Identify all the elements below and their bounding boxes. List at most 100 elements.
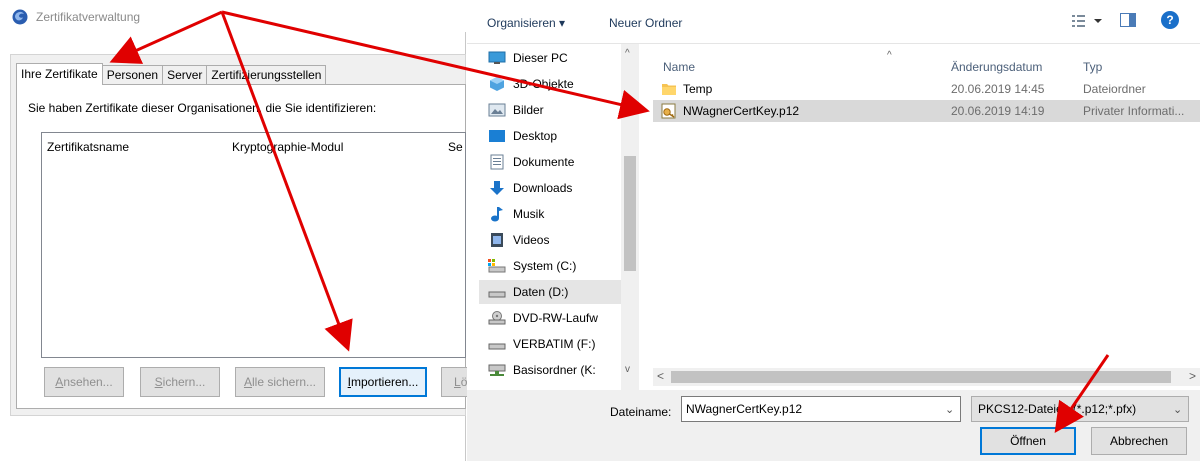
desktop-icon bbox=[487, 128, 507, 144]
nav-item-home-folder[interactable]: Basisordner (K: bbox=[487, 358, 622, 382]
file-date: 20.06.2019 14:45 bbox=[951, 82, 1045, 96]
dvd-icon bbox=[487, 310, 507, 326]
monitor-icon bbox=[487, 50, 507, 66]
navigation-pane: Dieser PC 3D-Objekte Bilder Desktop Doku… bbox=[467, 44, 639, 390]
column-modified[interactable]: Änderungsdatum bbox=[951, 60, 1042, 74]
nav-label: Dokumente bbox=[513, 155, 575, 169]
nav-label: 3D-Objekte bbox=[513, 77, 574, 91]
document-icon bbox=[487, 154, 507, 170]
certificate-manager-window: Zertifikatverwaltung Ihre Zertifikate Pe… bbox=[0, 0, 471, 461]
file-type: Dateiordner bbox=[1083, 82, 1146, 96]
tab-your-certificates[interactable]: Ihre Zertifikate bbox=[16, 63, 103, 85]
hscroll-thumb[interactable] bbox=[671, 371, 1171, 383]
view-button[interactable]: Ansehen... bbox=[44, 367, 124, 397]
nav-label: Dieser PC bbox=[513, 51, 568, 65]
nav-scroll-thumb[interactable] bbox=[624, 156, 636, 271]
file-list-hscrollbar[interactable]: < > bbox=[653, 368, 1200, 386]
file-row-temp[interactable]: Temp 20.06.2019 14:45 Dateiordner bbox=[653, 78, 1200, 100]
backup-all-label: lle sichern... bbox=[251, 375, 317, 389]
certificate-manager-titlebar: Zertifikatverwaltung bbox=[0, 0, 466, 32]
import-button[interactable]: Importieren... bbox=[339, 367, 427, 397]
new-folder-button[interactable]: Neuer Ordner bbox=[609, 16, 682, 30]
video-icon bbox=[487, 232, 507, 248]
nav-label: Desktop bbox=[513, 129, 558, 143]
nav-item-music[interactable]: Musik bbox=[487, 202, 622, 226]
nav-label: System (C:) bbox=[513, 259, 577, 273]
scroll-up-icon[interactable]: ^ bbox=[625, 48, 630, 59]
music-icon bbox=[487, 206, 507, 222]
certificate-list[interactable] bbox=[41, 132, 466, 358]
column-name[interactable]: Name bbox=[663, 60, 695, 74]
folder-icon bbox=[662, 84, 676, 95]
download-icon bbox=[487, 180, 507, 196]
sort-up-icon: ^ bbox=[887, 50, 892, 61]
backup-all-accel: A bbox=[243, 375, 252, 389]
help-icon[interactable]: ? bbox=[1161, 11, 1179, 29]
nav-item-videos[interactable]: Videos bbox=[487, 228, 622, 252]
scroll-left-icon[interactable]: < bbox=[657, 369, 664, 383]
backup-button[interactable]: Sichern... bbox=[140, 367, 220, 397]
nav-label: Daten (D:) bbox=[513, 285, 569, 299]
file-row-certkey[interactable]: NWagnerCertKey.p12 20.06.2019 14:19 Priv… bbox=[653, 100, 1200, 122]
column-type[interactable]: Typ bbox=[1083, 60, 1102, 74]
usb-drive-icon bbox=[487, 336, 507, 352]
nav-label: DVD-RW-Laufw bbox=[513, 311, 598, 325]
import-label: mportieren... bbox=[350, 375, 419, 389]
certificate-tabs: Ihre Zertifikate Personen Server Zertifi… bbox=[16, 63, 327, 85]
nav-label: Musik bbox=[513, 207, 545, 221]
nav-item-dvd[interactable]: DVD-RW-Laufw bbox=[487, 306, 622, 330]
file-date: 20.06.2019 14:19 bbox=[951, 104, 1045, 118]
nav-item-downloads[interactable]: Downloads bbox=[487, 176, 622, 200]
nav-item-data-d[interactable]: Daten (D:) bbox=[479, 280, 622, 304]
cancel-button[interactable]: Abbrechen bbox=[1091, 427, 1187, 455]
scroll-right-icon[interactable]: > bbox=[1189, 369, 1196, 383]
tab-servers[interactable]: Server bbox=[162, 65, 208, 85]
nav-item-desktop[interactable]: Desktop bbox=[487, 124, 622, 148]
filename-label: Dateiname: bbox=[610, 405, 672, 419]
backup-accel: S bbox=[154, 375, 163, 389]
file-list[interactable]: Name ^ Änderungsdatum Typ Temp 20.06.201… bbox=[639, 44, 1200, 390]
file-open-dialog: Organisieren ▾ Neuer Ordner ? Dieser PC … bbox=[467, 0, 1200, 461]
delete-accel: L bbox=[454, 375, 461, 389]
column-crypto-module[interactable]: Kryptographie-Modul bbox=[232, 140, 343, 154]
file-type-filter-select[interactable]: PKCS12-Dateien (*.p12;*.pfx) bbox=[971, 396, 1189, 422]
scroll-down-icon[interactable]: v bbox=[625, 364, 630, 375]
nav-label: Basisordner (K: bbox=[513, 363, 596, 377]
network-drive-icon bbox=[487, 362, 507, 378]
open-button[interactable]: Öffnen bbox=[980, 427, 1076, 455]
organize-button[interactable]: Organisieren ▾ bbox=[487, 16, 565, 30]
column-serial[interactable]: Se bbox=[448, 140, 463, 154]
nav-item-system-c[interactable]: System (C:) bbox=[487, 254, 622, 278]
file-type: Privater Informati... bbox=[1083, 104, 1185, 118]
nav-label: VERBATIM (F:) bbox=[513, 337, 596, 351]
firefox-app-icon bbox=[12, 9, 28, 25]
certificates-description: Sie haben Zertifikate dieser Organisatio… bbox=[28, 101, 377, 115]
nav-label: Videos bbox=[513, 233, 550, 247]
filter-chevron-down-icon[interactable]: ⌄ bbox=[1173, 403, 1182, 416]
view-label: nsehen... bbox=[63, 375, 113, 389]
drive-icon bbox=[487, 284, 507, 300]
filename-history-chevron-icon[interactable]: ⌄ bbox=[945, 403, 954, 416]
drive-c-icon bbox=[487, 258, 507, 274]
pictures-icon bbox=[487, 102, 507, 118]
view-options-icon[interactable] bbox=[1072, 14, 1106, 28]
filename-input[interactable]: NWagnerCertKey.p12 bbox=[681, 396, 961, 422]
nav-item-3d-objects[interactable]: 3D-Objekte bbox=[487, 72, 622, 96]
window-title: Zertifikatverwaltung bbox=[36, 10, 141, 24]
tab-people[interactable]: Personen bbox=[101, 65, 164, 85]
dialog-toolbar: Organisieren ▾ Neuer Ordner ? bbox=[467, 0, 1200, 44]
backup-label: ichern... bbox=[162, 375, 206, 389]
cube-icon bbox=[487, 76, 507, 92]
nav-item-verbatim[interactable]: VERBATIM (F:) bbox=[487, 332, 622, 356]
certificate-file-icon bbox=[661, 103, 676, 119]
tab-authorities[interactable]: Zertifizierungsstellen bbox=[206, 65, 327, 85]
preview-pane-icon[interactable] bbox=[1120, 13, 1136, 27]
backup-all-button[interactable]: Alle sichern... bbox=[235, 367, 325, 397]
file-name: Temp bbox=[683, 82, 713, 96]
nav-item-documents[interactable]: Dokumente bbox=[487, 150, 622, 174]
nav-label: Downloads bbox=[513, 181, 573, 195]
nav-scrollbar[interactable]: ^ v bbox=[621, 44, 639, 390]
column-certificate-name[interactable]: Zertifikatsname bbox=[47, 140, 129, 154]
nav-item-this-pc[interactable]: Dieser PC bbox=[487, 46, 622, 70]
nav-item-pictures[interactable]: Bilder bbox=[487, 98, 622, 122]
